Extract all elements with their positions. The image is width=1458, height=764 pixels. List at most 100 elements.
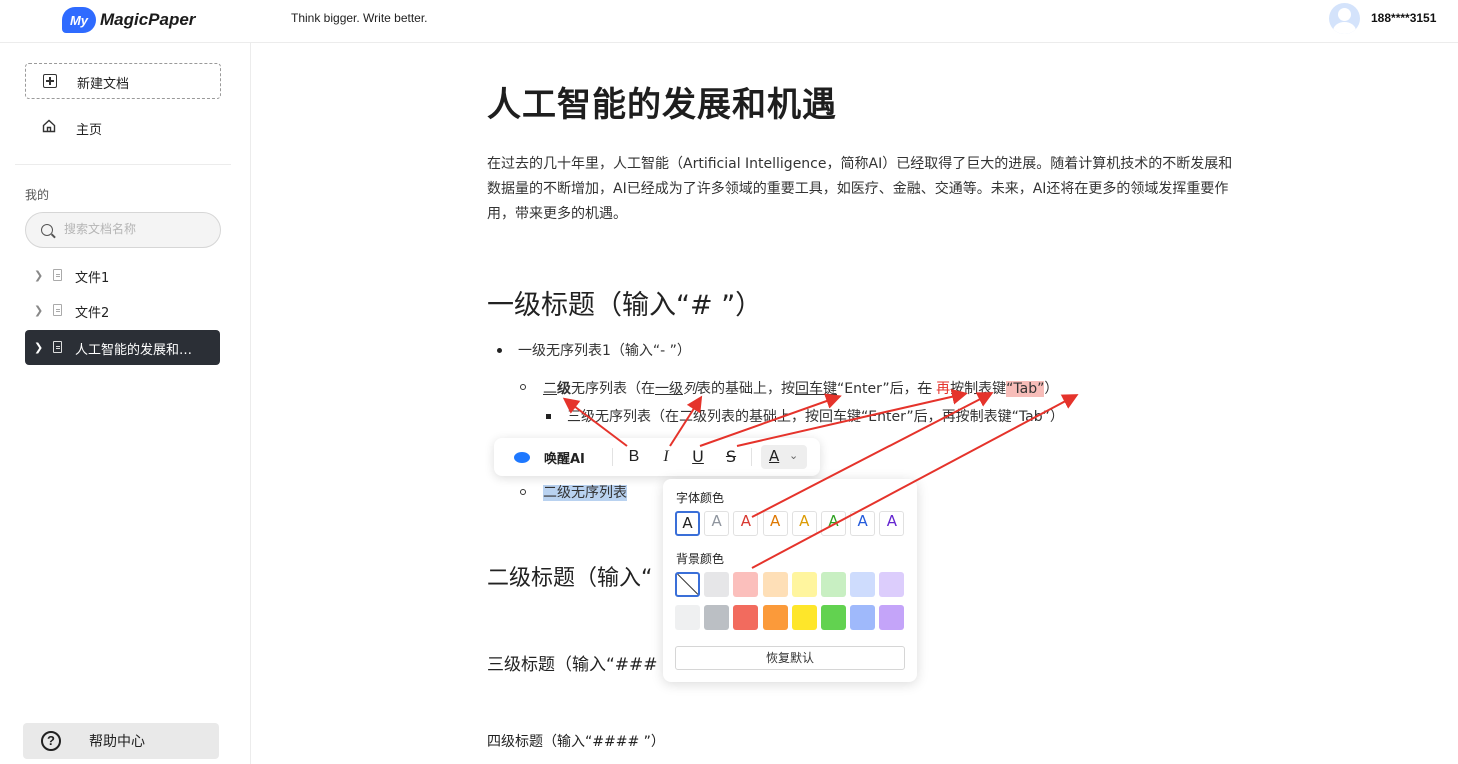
divider bbox=[15, 164, 231, 165]
section-label: 我的 bbox=[25, 188, 50, 202]
ai-button[interactable]: 唤醒AI bbox=[514, 447, 585, 467]
doc-item[interactable]: ❯ 文件1 bbox=[25, 258, 220, 293]
text-underlined: 二 bbox=[543, 381, 557, 397]
chevron-right-icon[interactable]: ❯ bbox=[34, 341, 43, 354]
font-color-swatch[interactable]: A bbox=[762, 511, 788, 536]
bg-color-swatch[interactable] bbox=[791, 605, 817, 630]
list-item-level3[interactable]: 三级无序列表（在二级列表的基础上，按回车键“Enter”后，再按制表键“Tab”… bbox=[567, 406, 1064, 426]
doc-item-active[interactable]: ❯ 人工智能的发展和… bbox=[25, 330, 220, 365]
bg-color-swatch[interactable] bbox=[762, 605, 788, 630]
question-icon: ? bbox=[41, 731, 61, 751]
doc-paragraph[interactable]: 在过去的几十年里，人工智能（Artificial Intelligence，简称… bbox=[487, 152, 1243, 227]
new-doc-label: 新建文档 bbox=[77, 77, 130, 92]
top-bar: My MagicPaper Think bigger. Write better… bbox=[0, 0, 1458, 43]
font-color-button[interactable]: A ⌄ bbox=[761, 445, 807, 469]
heading-4[interactable]: 四级标题（输入“#### ”） bbox=[487, 731, 665, 751]
text-run: “Enter”后， bbox=[837, 381, 918, 397]
font-color-icon: A bbox=[769, 447, 780, 465]
help-label: 帮助中心 bbox=[89, 734, 145, 750]
text-strikethrough: 在 bbox=[917, 381, 932, 397]
bg-color-swatch[interactable] bbox=[675, 605, 700, 630]
search-input[interactable] bbox=[64, 222, 214, 236]
sidebar: 新建文档 主页 我的 ❯ 文件1 ❯ 文件2 ❯ 人工智能的发展和… ? 帮助中… bbox=[0, 43, 251, 764]
search-icon bbox=[41, 224, 53, 236]
help-center-button[interactable]: ? 帮助中心 bbox=[23, 723, 219, 759]
file-icon bbox=[53, 341, 62, 353]
bg-color-swatch[interactable] bbox=[821, 605, 846, 630]
bg-color-swatch[interactable] bbox=[821, 572, 846, 597]
search-box[interactable] bbox=[25, 212, 221, 248]
ai-label: 唤醒AI bbox=[544, 451, 585, 467]
font-color-swatch[interactable]: A bbox=[733, 511, 759, 536]
bg-color-swatch[interactable] bbox=[733, 605, 759, 630]
font-color-swatch[interactable]: A bbox=[821, 511, 846, 536]
toolbar-divider bbox=[612, 448, 613, 466]
bg-color-swatch[interactable] bbox=[879, 605, 905, 630]
text-run: 无序列表（在 bbox=[571, 381, 655, 397]
doc-item-label: 文件1 bbox=[75, 271, 110, 286]
bold-button[interactable]: B bbox=[622, 445, 646, 469]
no-background-swatch[interactable] bbox=[675, 572, 700, 597]
text-italic: 列 bbox=[683, 381, 697, 397]
file-icon bbox=[53, 304, 62, 316]
bg-color-swatch[interactable] bbox=[704, 605, 730, 630]
format-toolbar: 唤醒AI B I U S A ⌄ bbox=[494, 438, 820, 476]
font-color-swatch[interactable]: A bbox=[879, 511, 905, 536]
text-underlined: 回车键 bbox=[795, 381, 837, 397]
text-underlined: 一级 bbox=[655, 381, 683, 397]
heading-1[interactable]: 一级标题（输入“# ”） bbox=[487, 283, 762, 322]
text-highlighted: “Tab” bbox=[1006, 381, 1045, 397]
text-red: 再 bbox=[936, 381, 951, 397]
bg-color-swatch[interactable] bbox=[791, 572, 817, 597]
chevron-right-icon[interactable]: ❯ bbox=[34, 304, 43, 317]
home-label: 主页 bbox=[76, 123, 103, 138]
selected-text: 二级无序列表 bbox=[543, 485, 627, 501]
bg-color-swatch[interactable] bbox=[762, 572, 788, 597]
bullet-square bbox=[546, 414, 551, 419]
strikethrough-button[interactable]: S bbox=[719, 445, 743, 469]
heading-3[interactable]: 三级标题（输入“### ” bbox=[487, 650, 672, 675]
slogan: Think bigger. Write better. bbox=[291, 11, 428, 25]
font-color-label: 字体颜色 bbox=[676, 491, 725, 505]
font-color-swatch[interactable]: A bbox=[791, 511, 817, 536]
bullet-ring bbox=[520, 384, 526, 390]
bg-color-swatch[interactable] bbox=[704, 572, 730, 597]
text-run: ） bbox=[1044, 381, 1059, 397]
toolbar-divider bbox=[751, 448, 752, 466]
reset-default-button[interactable]: 恢复默认 bbox=[675, 646, 905, 670]
chevron-right-icon[interactable]: ❯ bbox=[34, 269, 43, 282]
home-icon bbox=[42, 119, 56, 133]
font-color-swatch[interactable]: A bbox=[850, 511, 876, 536]
bg-color-label: 背景颜色 bbox=[676, 552, 725, 566]
text-run: 按制表键 bbox=[950, 381, 1007, 397]
bg-color-swatch[interactable] bbox=[879, 572, 905, 597]
file-icon bbox=[53, 269, 62, 281]
home-nav[interactable]: 主页 bbox=[25, 110, 221, 144]
bg-color-swatch[interactable] bbox=[850, 572, 876, 597]
font-color-swatch[interactable]: A bbox=[675, 511, 700, 536]
bg-color-swatch[interactable] bbox=[850, 605, 876, 630]
logo-badge: My bbox=[62, 7, 96, 33]
color-palette-popup: 字体颜色 AAAAAAAA 背景颜色 恢复默认 bbox=[663, 479, 917, 682]
doc-item[interactable]: ❯ 文件2 bbox=[25, 293, 220, 328]
underline-button[interactable]: U bbox=[686, 445, 710, 469]
bg-color-swatch[interactable] bbox=[733, 572, 759, 597]
list-item-level1[interactable]: 一级无序列表1（输入“- ”） bbox=[518, 340, 691, 360]
user-name[interactable]: 188****3151 bbox=[1371, 11, 1436, 25]
heading-2[interactable]: 二级标题（输入“ bbox=[487, 560, 652, 592]
list-item-level2[interactable]: 二级无序列表（在一级列表的基础上，按回车键“Enter”后，在 再按制表键“Ta… bbox=[543, 378, 1058, 398]
font-color-swatch[interactable]: A bbox=[704, 511, 730, 536]
plus-square-icon bbox=[43, 74, 57, 88]
italic-button[interactable]: I bbox=[654, 445, 678, 469]
list-item-level2-selected[interactable]: 二级无序列表 bbox=[543, 482, 627, 502]
text-run: 表的基础上，按 bbox=[697, 381, 795, 397]
text-bold: 级 bbox=[557, 381, 571, 397]
avatar[interactable] bbox=[1329, 3, 1360, 34]
doc-item-label: 人工智能的发展和… bbox=[75, 343, 193, 358]
new-doc-button[interactable]: 新建文档 bbox=[25, 63, 221, 99]
logo[interactable]: My MagicPaper bbox=[62, 6, 195, 34]
doc-title[interactable]: 人工智能的发展和机遇 bbox=[487, 77, 837, 126]
bullet-ring bbox=[520, 489, 526, 495]
doc-item-label: 文件2 bbox=[75, 306, 110, 321]
logo-text: MagicPaper bbox=[100, 10, 196, 29]
